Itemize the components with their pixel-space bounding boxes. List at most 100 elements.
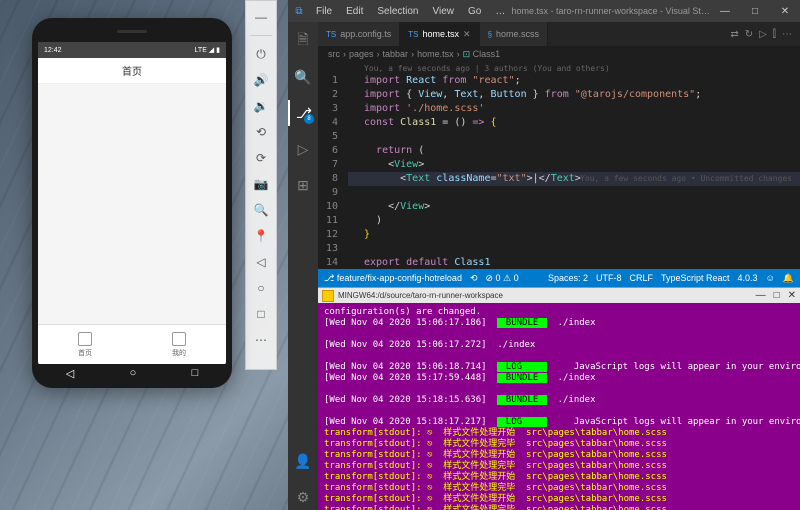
emulator-toolbar: — ⏻ 🔊 🔉 ⟲ ⟳ 📷 🔍 📍 ◁ ○ □ ⋯: [245, 0, 277, 370]
terminal-line: transform[stdout]: ⎋ 样式文件处理完毕 src\pages\…: [324, 461, 794, 472]
emu-zoom-in-icon[interactable]: 🔍: [251, 200, 271, 220]
phone-tab-home[interactable]: 首页: [38, 325, 132, 364]
status-spaces[interactable]: Spaces: 2: [548, 273, 588, 283]
tab-home-scss[interactable]: §home.scss: [480, 22, 548, 46]
emu-more-icon[interactable]: ⋯: [251, 330, 271, 350]
phone-screen[interactable]: 12:42 LTE ◢ ▮ 首页 首页 我的: [38, 42, 226, 364]
menu-file[interactable]: File: [310, 6, 338, 17]
tab-close-icon[interactable]: ✕: [463, 29, 471, 40]
code-line-5[interactable]: [348, 130, 800, 144]
activity-extensions-icon[interactable]: ⊞: [288, 172, 318, 198]
file-icon: §: [488, 30, 492, 39]
status-encoding[interactable]: UTF-8: [596, 273, 622, 283]
status-problems[interactable]: ⊘ 0 ⚠ 0: [486, 273, 519, 284]
terminal-panel[interactable]: configuration(s) are changed.[Wed Nov 04…: [318, 303, 800, 510]
terminal-line: transform[stdout]: ⎋ 样式文件处理开始 src\pages\…: [324, 472, 794, 483]
terminal-line: [Wed Nov 04 2020 15:06:18.714] LOG JavaS…: [324, 362, 794, 373]
vscode-editor-tabs: TSapp.config.tsTShome.tsx✕§home.scss ⇄ ↻ ▷ ⫿…: [318, 22, 800, 46]
emu-minimize-icon[interactable]: —: [251, 7, 271, 27]
status-bell-icon[interactable]: 🔔: [783, 273, 794, 284]
code-line-13[interactable]: [348, 242, 800, 256]
breadcrumb-seg[interactable]: pages: [349, 49, 374, 59]
menu-edit[interactable]: Edit: [340, 6, 369, 17]
tab-home-label: 首页: [78, 348, 92, 358]
menu-selection[interactable]: Selection: [371, 6, 424, 17]
term-close-button[interactable]: ✕: [788, 290, 796, 301]
compare-icon[interactable]: ⇄: [730, 29, 738, 40]
terminal-line: [Wed Nov 04 2020 15:18:15.636] BUNDLE ./…: [324, 395, 794, 406]
code-line-3[interactable]: import './home.scss': [348, 102, 800, 116]
menu-go[interactable]: Go: [462, 6, 487, 17]
nav-recent-icon[interactable]: □: [192, 367, 199, 379]
activity-account-icon[interactable]: 👤: [288, 448, 318, 474]
emu-rotate-left-icon[interactable]: ⟲: [251, 122, 271, 142]
emu-power-icon[interactable]: ⏻: [251, 44, 271, 64]
window-close-button[interactable]: ✕: [770, 6, 800, 17]
breadcrumb-seg[interactable]: src: [328, 49, 340, 59]
terminal-titlebar[interactable]: MINGW64:/d/source/taro-rn-runner-workspa…: [318, 287, 800, 303]
term-max-button[interactable]: □: [774, 290, 780, 301]
emu-location-icon[interactable]: 📍: [251, 226, 271, 246]
emu-volume-up-icon[interactable]: 🔊: [251, 70, 271, 90]
activity-search-icon[interactable]: 🔍: [288, 64, 318, 90]
more-icon[interactable]: ⋯: [782, 29, 792, 40]
breadcrumb-seg[interactable]: tabbar: [383, 49, 409, 59]
activity-debug-icon[interactable]: ▷: [288, 136, 318, 162]
status-version[interactable]: 4.0.3: [738, 273, 758, 283]
terminal-line: transform[stdout]: ⎋ 样式文件处理开始 src\pages\…: [324, 494, 794, 505]
terminal-line: [324, 351, 794, 362]
window-maximize-button[interactable]: □: [740, 6, 770, 17]
terminal-line: [Wed Nov 04 2020 15:18:17.217] LOG JavaS…: [324, 417, 794, 428]
nav-home-icon[interactable]: ○: [130, 367, 137, 379]
window-minimize-button[interactable]: —: [710, 6, 740, 17]
code-line-4[interactable]: const Class1 = () => {: [348, 116, 800, 130]
status-feedback-icon[interactable]: ☺: [766, 273, 775, 283]
terminal-line: [324, 384, 794, 395]
emu-rotate-right-icon[interactable]: ⟳: [251, 148, 271, 168]
terminal-line: [324, 329, 794, 340]
phone-content-area[interactable]: [38, 84, 226, 324]
emu-camera-icon[interactable]: 📷: [251, 174, 271, 194]
code-line-12[interactable]: }: [348, 228, 800, 242]
status-branch[interactable]: ⎇ feature/fix-app-config-hotreload: [324, 273, 462, 284]
code-line-11[interactable]: ): [348, 214, 800, 228]
code-line-6[interactable]: return (: [348, 144, 800, 158]
code-lens[interactable]: You, a few seconds ago | 3 authors (You …: [348, 62, 800, 74]
split-icon[interactable]: ⫿: [773, 29, 776, 40]
phone-tab-mine[interactable]: 我的: [132, 325, 226, 364]
code-line-14[interactable]: export default Class1: [348, 256, 800, 269]
code-line-1[interactable]: import React from "react";: [348, 74, 800, 88]
activity-explorer-icon[interactable]: 🗎: [288, 28, 318, 54]
emu-volume-down-icon[interactable]: 🔉: [251, 96, 271, 116]
code-line-2[interactable]: import { View, Text, Button } from "@tar…: [348, 88, 800, 102]
run-icon[interactable]: ▷: [759, 29, 767, 40]
code-line-10[interactable]: </View>: [348, 200, 800, 214]
menu-view[interactable]: View: [427, 6, 461, 17]
vscode-breadcrumb[interactable]: src › pages › tabbar › home.tsx › ⊡ Clas…: [318, 46, 800, 62]
terminal-line: transform[stdout]: ⎋ 样式文件处理开始 src\pages\…: [324, 428, 794, 439]
tab-app-config-ts[interactable]: TSapp.config.ts: [318, 22, 400, 46]
emu-home-icon[interactable]: ○: [251, 278, 271, 298]
vscode-statusbar: ⎇ feature/fix-app-config-hotreload ⟲ ⊘ 0…: [318, 269, 800, 287]
nav-back-icon[interactable]: ◁: [66, 367, 74, 380]
open-changes-icon[interactable]: ↻: [745, 29, 753, 40]
terminal-line: [324, 406, 794, 417]
vscode-editor[interactable]: 1234567891011121314 You, a few seconds a…: [318, 62, 800, 269]
term-min-button[interactable]: —: [756, 290, 766, 301]
breadcrumb-seg[interactable]: home.tsx: [417, 49, 454, 59]
tab-home-tsx[interactable]: TShome.tsx✕: [400, 22, 479, 46]
emu-overview-icon[interactable]: □: [251, 304, 271, 324]
activity-settings-icon[interactable]: ⚙: [288, 484, 318, 510]
breadcrumb-seg[interactable]: ⊡ Class1: [463, 49, 501, 60]
editor-code[interactable]: You, a few seconds ago | 3 authors (You …: [348, 62, 800, 269]
activity-scm-icon[interactable]: ⎇8: [288, 100, 318, 126]
status-eol[interactable]: CRLF: [630, 273, 654, 283]
code-line-8[interactable]: <Text className="txt">|</Text>You, a few…: [348, 172, 800, 186]
code-line-7[interactable]: <View>: [348, 158, 800, 172]
status-lang[interactable]: TypeScript React: [661, 273, 730, 283]
vscode-logo-icon: ⧉: [288, 6, 310, 17]
menu-…[interactable]: …: [489, 6, 511, 17]
status-sync-icon[interactable]: ⟲: [470, 273, 478, 284]
emu-back-icon[interactable]: ◁: [251, 252, 271, 272]
code-line-9[interactable]: [348, 186, 800, 200]
